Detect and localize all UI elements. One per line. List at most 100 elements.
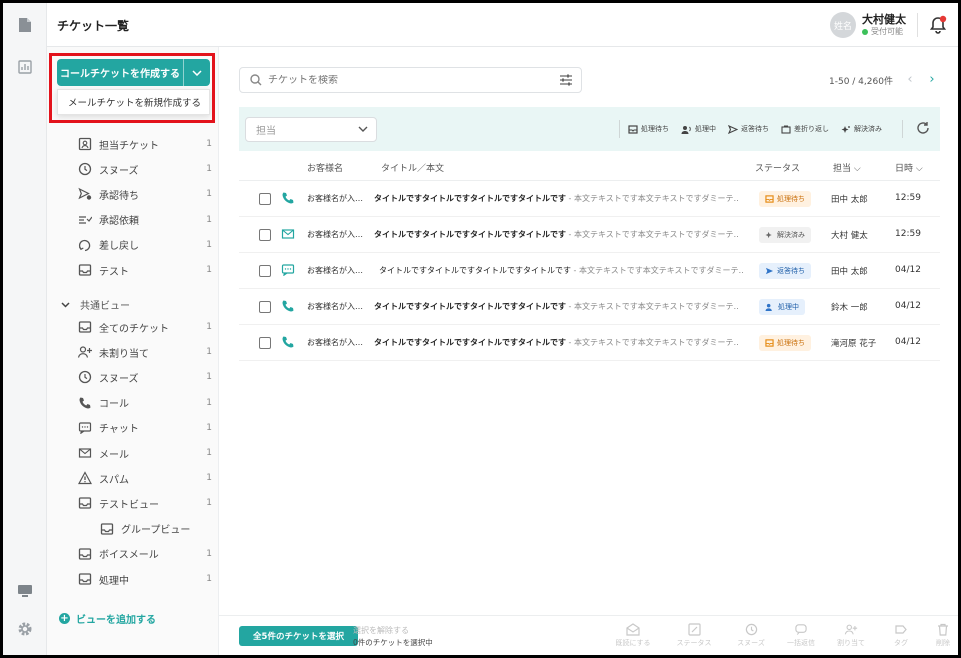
personal-view-item-label: 承認待ち <box>99 190 139 202</box>
document-icon[interactable] <box>15 15 35 35</box>
monitor-icon[interactable] <box>15 581 35 601</box>
create-mail-ticket-menu-item[interactable]: メールチケットを新規作成する <box>57 89 210 115</box>
header-time-sort[interactable]: 日時 ⌵ <box>895 161 923 174</box>
filter-settings-icon[interactable] <box>559 74 573 86</box>
page-title: チケット一覧 <box>57 19 130 33</box>
status-badge: 解決済み <box>759 227 811 243</box>
bulk-action-3[interactable]: スヌーズ <box>729 623 773 648</box>
assignee-select[interactable]: 担当 <box>245 117 377 142</box>
shared-view-item[interactable]: グループビュー <box>99 519 212 539</box>
personal-view-item[interactable]: テスト 1 <box>77 260 212 280</box>
table-row[interactable]: お客様名が入… タイトルですタイトルですタイトルですタイトルです - 本文テキスト… <box>239 289 940 325</box>
bulk-action-label: 割り当て <box>837 639 865 647</box>
inbox-icon <box>765 339 774 347</box>
sparkle-icon <box>765 231 774 239</box>
shared-view-item[interactable]: メール 1 <box>77 443 212 463</box>
bulk-action-label: タグ <box>894 639 908 647</box>
row-time: 04/12 <box>895 265 921 275</box>
shared-view-item[interactable]: 処理中 1 <box>77 569 212 589</box>
status-edit-icon <box>672 623 716 636</box>
callback-icon <box>781 125 791 134</box>
search-input[interactable] <box>268 74 538 86</box>
create-call-ticket-button[interactable]: コールチケットを作成する <box>57 59 184 86</box>
notification-bell-icon[interactable] <box>928 15 948 35</box>
status-badge-label: 処理待ち <box>777 339 805 347</box>
status-badge: 処理待ち <box>759 335 811 351</box>
shared-view-item[interactable]: チャット 1 <box>77 418 212 438</box>
row-body: - 本文テキストです本文テキストですダミーテ… <box>571 266 744 275</box>
report-icon[interactable] <box>15 57 35 77</box>
row-subject: タイトルですタイトルですタイトルですタイトルです - 本文テキストです本文テキス… <box>374 301 739 312</box>
personal-view-item[interactable]: 承認依頼 1 <box>77 210 212 230</box>
add-view-button[interactable]: + ビューを追加する <box>59 611 156 626</box>
create-ticket-dropdown-toggle[interactable] <box>184 59 210 86</box>
personal-view-item[interactable]: スヌーズ 1 <box>77 159 212 179</box>
personal-view-item[interactable]: 担当チケット 1 <box>77 134 212 154</box>
filter-pending[interactable]: 処理待ち <box>628 124 669 134</box>
row-checkbox[interactable] <box>259 265 271 277</box>
table-row[interactable]: お客様名が入… タイトルですタイトルですタイトルですタイトルです - 本文テキスト… <box>239 325 940 361</box>
bulk-action-6[interactable]: タグ <box>879 623 923 648</box>
inbox-icon <box>77 546 93 562</box>
bulk-reply-icon <box>779 623 823 636</box>
personal-view-item[interactable]: 承認待ち 1 <box>77 184 212 204</box>
bulk-action-1[interactable]: 既読にする <box>611 623 655 648</box>
bulk-action-2[interactable]: ステータス <box>672 623 716 648</box>
select-all-button[interactable]: 全5件のチケットを選択 <box>239 626 358 646</box>
row-body: - 本文テキストです本文テキストですダミーテ… <box>566 194 739 203</box>
user-plus-icon <box>829 623 873 636</box>
filter-waiting-label: 返答待ち <box>741 125 769 133</box>
sparkle-icon <box>841 125 850 133</box>
personal-view-item[interactable]: 差し戻し 1 <box>77 235 212 255</box>
personal-view-item-label: テスト <box>99 266 129 278</box>
status-badge: 処理待ち <box>759 191 811 207</box>
filter-processing[interactable]: 処理中 <box>681 124 716 134</box>
table-row[interactable]: お客様名が入… タイトルですタイトルですタイトルですタイトルです - 本文テキスト… <box>239 253 940 289</box>
search-bar <box>239 67 582 93</box>
shared-views-header[interactable]: 共通ビュー <box>61 297 130 312</box>
filter-callback[interactable]: 差折り返し <box>781 124 829 134</box>
shared-view-item-label: グループビュー <box>121 525 191 537</box>
shared-view-item-count: 1 <box>206 347 212 358</box>
shared-view-item[interactable]: スヌーズ 1 <box>77 367 212 387</box>
bulk-action-label: 既読にする <box>615 639 651 647</box>
shared-view-item[interactable]: ボイスメール 1 <box>77 544 212 564</box>
avatar[interactable]: 姓名 <box>830 12 856 38</box>
plus-icon: + <box>59 613 70 624</box>
row-checkbox[interactable] <box>259 193 271 205</box>
row-checkbox[interactable] <box>259 229 271 241</box>
status-dot-icon <box>862 28 868 35</box>
shared-view-item[interactable]: 全てのチケット 1 <box>77 317 212 337</box>
mail-icon <box>77 445 93 461</box>
shared-view-item-label: テストビュー <box>99 499 159 511</box>
row-checkbox[interactable] <box>259 301 271 313</box>
assigned-ticket-icon <box>77 136 93 152</box>
table-row[interactable]: お客様名が入… タイトルですタイトルですタイトルですタイトルです - 本文テキスト… <box>239 181 940 217</box>
filter-resolved[interactable]: 解決済み <box>841 124 882 134</box>
clear-selection-link[interactable]: 選択を解除する <box>353 625 409 636</box>
shared-view-item[interactable]: コール 1 <box>77 393 212 413</box>
settings-icon[interactable] <box>15 619 35 639</box>
bulk-action-7[interactable]: 削除 <box>921 623 958 648</box>
next-page-button[interactable]: › <box>925 71 939 87</box>
table-row[interactable]: お客様名が入… タイトルですタイトルですタイトルですタイトルです - 本文テキスト… <box>239 217 940 253</box>
shared-view-item[interactable]: スパム 1 <box>77 468 212 488</box>
bulk-action-4[interactable]: 一括返信 <box>779 623 823 648</box>
status-badge: 返答待ち <box>759 263 811 279</box>
row-checkbox[interactable] <box>259 337 271 349</box>
shared-view-item-label: チャット <box>99 424 139 436</box>
chevron-down-icon <box>61 301 70 308</box>
trash-icon <box>921 623 958 636</box>
user-menu[interactable]: 姓名 大村健太 受付可能 <box>830 10 906 40</box>
user-status-label: 受付可能 <box>871 27 903 36</box>
shared-view-item-count: 1 <box>206 422 212 433</box>
user-name: 大村健太 <box>862 13 906 26</box>
header-assignee-sort[interactable]: 担当 ⌵ <box>833 161 861 174</box>
refresh-icon[interactable] <box>916 121 930 135</box>
row-assignee: 田中 太郎 <box>831 267 868 277</box>
shared-view-item[interactable]: 未割り当て 1 <box>77 342 212 362</box>
bulk-action-5[interactable]: 割り当て <box>829 623 873 648</box>
filter-waiting[interactable]: 返答待ち <box>728 124 769 134</box>
prev-page-button[interactable]: ‹ <box>903 71 917 87</box>
shared-view-item[interactable]: テストビュー 1 <box>77 493 212 513</box>
